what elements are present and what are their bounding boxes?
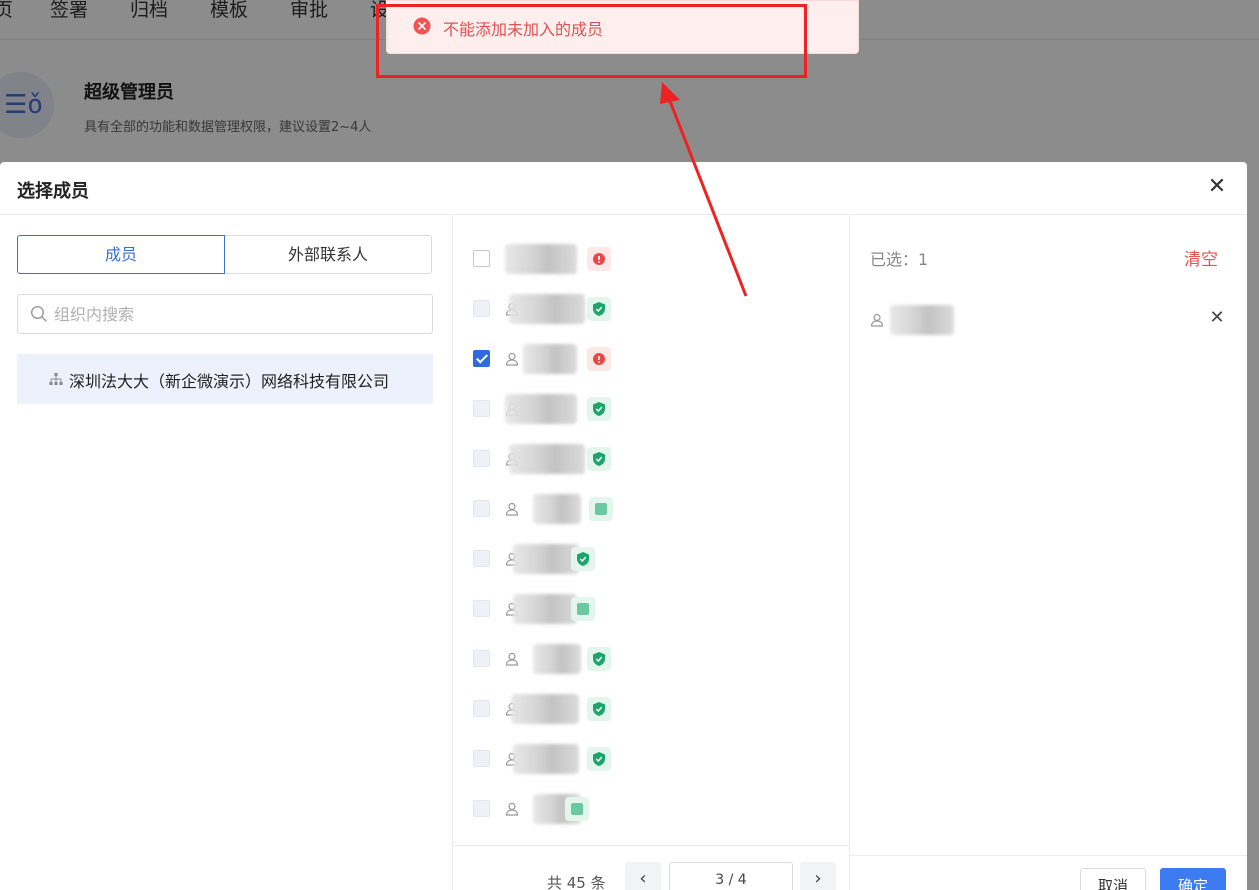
search-icon	[30, 305, 47, 322]
member-row[interactable]	[453, 334, 850, 384]
member-row[interactable]	[453, 584, 850, 634]
alert-badge-icon	[587, 347, 611, 371]
member-row[interactable]	[453, 284, 850, 334]
person-icon	[505, 802, 519, 816]
member-row[interactable]	[453, 534, 850, 584]
member-list-panel: 共 45 条 ‹ 3 / 4 ›	[453, 215, 850, 890]
person-icon	[505, 352, 519, 366]
person-icon	[505, 502, 519, 516]
close-icon[interactable]: ✕	[1205, 175, 1229, 199]
search-input[interactable]	[54, 295, 424, 333]
selected-panel: 已选：1 清空 ✕ 取消 确定	[850, 215, 1247, 890]
member-checkbox[interactable]	[473, 250, 490, 267]
status-badge-icon	[589, 497, 613, 521]
alert-badge-icon	[587, 247, 611, 271]
member-row[interactable]	[453, 734, 850, 784]
blurred-member-name	[505, 244, 577, 274]
member-type-tabs: 成员 外部联系人	[17, 235, 433, 274]
chevron-left-icon[interactable]: ‹	[625, 862, 661, 890]
member-checkbox	[473, 650, 490, 667]
shield-badge-icon	[587, 297, 611, 321]
modal-header: 选择成员 ✕	[0, 162, 1247, 215]
blurred-member-name	[533, 644, 581, 674]
status-badge-icon	[565, 797, 589, 821]
person-icon	[505, 652, 519, 666]
select-member-modal: 选择成员 ✕ 成员 外部联系人 组织内搜索 深圳法大大（新企微演示）网络科技有限…	[0, 162, 1247, 890]
member-row[interactable]	[453, 384, 850, 434]
status-badge-icon	[571, 597, 595, 621]
shield-badge-icon	[587, 697, 611, 721]
blurred-member-name	[533, 494, 581, 524]
member-row[interactable]	[453, 234, 850, 284]
member-checkbox	[473, 600, 490, 617]
member-checkbox	[473, 550, 490, 567]
member-checkbox	[473, 700, 490, 717]
member-row[interactable]	[453, 484, 850, 534]
org-panel: 成员 外部联系人 深圳法大大（新企微演示）网络科技有限公司	[0, 215, 453, 890]
member-checkbox	[473, 750, 490, 767]
page-indicator[interactable]: 3 / 4	[669, 862, 793, 890]
org-tree-node[interactable]: 深圳法大大（新企微演示）网络科技有限公司	[17, 354, 433, 404]
tab-members[interactable]: 成员	[17, 235, 225, 274]
blurred-member-name	[890, 305, 954, 335]
blurred-member-name	[509, 294, 585, 324]
person-icon	[870, 313, 884, 327]
chevron-right-icon[interactable]: ›	[800, 862, 836, 890]
shield-badge-icon	[587, 397, 611, 421]
blurred-member-name	[513, 744, 579, 774]
member-row[interactable]	[453, 784, 850, 834]
shield-badge-icon	[587, 747, 611, 771]
confirm-button[interactable]: 确定	[1160, 868, 1226, 890]
cancel-button[interactable]: 取消	[1080, 868, 1146, 890]
shield-badge-icon	[587, 447, 611, 471]
member-checkbox	[473, 400, 490, 417]
member-row[interactable]	[453, 684, 850, 734]
shield-badge-icon	[571, 547, 595, 571]
member-checkbox	[473, 300, 490, 317]
pagination-total: 共 45 条	[547, 874, 606, 890]
member-row[interactable]	[453, 434, 850, 484]
pagination: 共 45 条 ‹ 3 / 4 ›	[453, 845, 850, 890]
selected-count: 已选：1	[870, 250, 929, 269]
member-checkbox	[473, 450, 490, 467]
annotation-highlight-box	[376, 4, 807, 78]
member-row[interactable]	[453, 634, 850, 684]
modal-title: 选择成员	[17, 181, 89, 202]
blurred-member-name	[511, 694, 579, 724]
blurred-member-name	[513, 544, 579, 574]
org-node-label: 深圳法大大（新企微演示）网络科技有限公司	[69, 372, 390, 391]
member-list	[453, 215, 850, 845]
blurred-member-name	[505, 394, 577, 424]
selected-member-item: ✕	[850, 295, 1247, 345]
member-checkbox	[473, 500, 490, 517]
clear-button[interactable]: 清空	[1184, 245, 1218, 270]
blurred-member-name	[513, 594, 577, 624]
member-checkbox[interactable]	[473, 350, 490, 367]
blurred-member-name	[509, 444, 585, 474]
tab-external-contacts[interactable]: 外部联系人	[224, 235, 432, 274]
org-structure-icon	[49, 373, 63, 385]
org-search	[17, 294, 433, 334]
member-checkbox	[473, 800, 490, 817]
blurred-member-name	[523, 344, 577, 374]
modal-footer: 取消 确定	[850, 855, 1247, 890]
remove-selected-icon[interactable]: ✕	[1206, 307, 1228, 329]
shield-badge-icon	[587, 647, 611, 671]
